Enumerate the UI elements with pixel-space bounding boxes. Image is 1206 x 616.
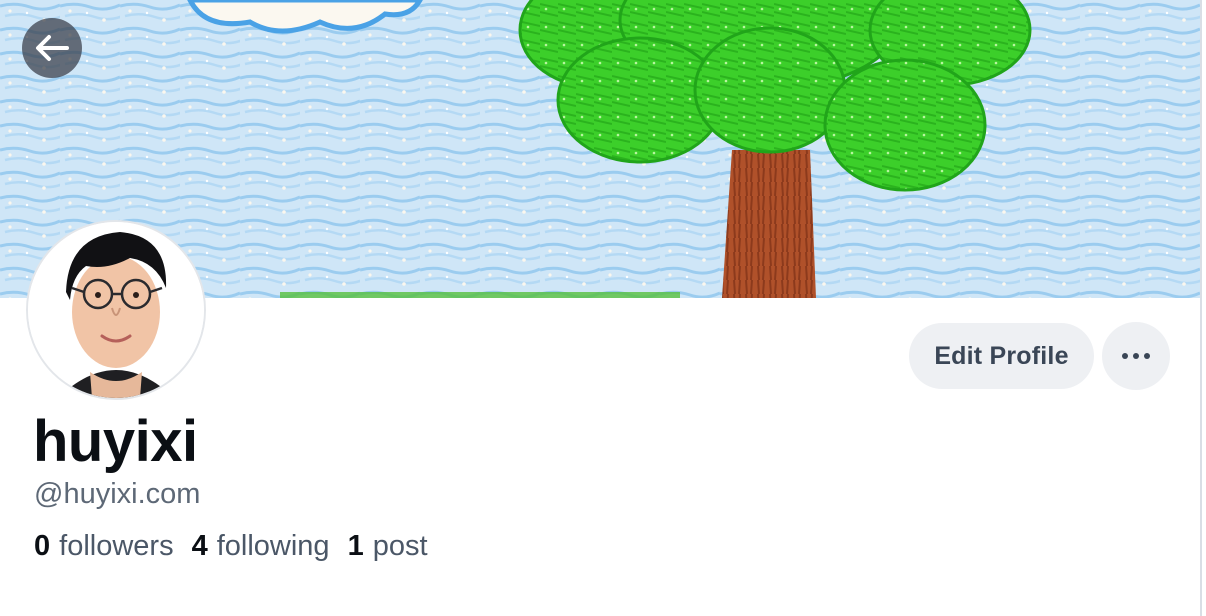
following-label: following xyxy=(216,530,330,562)
avatar[interactable] xyxy=(26,220,206,400)
arrow-left-icon xyxy=(36,35,69,61)
following-link[interactable]: 4 following xyxy=(192,527,330,565)
page-divider xyxy=(1200,0,1202,616)
avatar-photo xyxy=(28,222,204,398)
display-name: huyixi xyxy=(33,409,198,474)
edit-profile-label: Edit Profile xyxy=(934,341,1069,370)
edit-profile-button[interactable]: Edit Profile xyxy=(909,323,1094,389)
profile-stats: 0 followers 4 following 1 post xyxy=(34,527,446,565)
posts-label: post xyxy=(372,530,428,562)
following-count: 4 xyxy=(191,530,208,562)
posts-link[interactable]: 1 post xyxy=(348,527,428,565)
followers-count: 0 xyxy=(34,530,51,562)
followers-label: followers xyxy=(59,530,174,562)
ellipsis-icon xyxy=(1122,353,1150,359)
followers-link[interactable]: 0 followers xyxy=(34,527,174,565)
posts-count: 1 xyxy=(347,530,364,562)
profile-page: Edit Profile huyixi @huyixi.com 0 follow… xyxy=(0,0,1206,616)
profile-handle: @huyixi.com xyxy=(34,478,201,510)
back-button[interactable] xyxy=(22,18,82,78)
more-options-button[interactable] xyxy=(1102,322,1170,390)
